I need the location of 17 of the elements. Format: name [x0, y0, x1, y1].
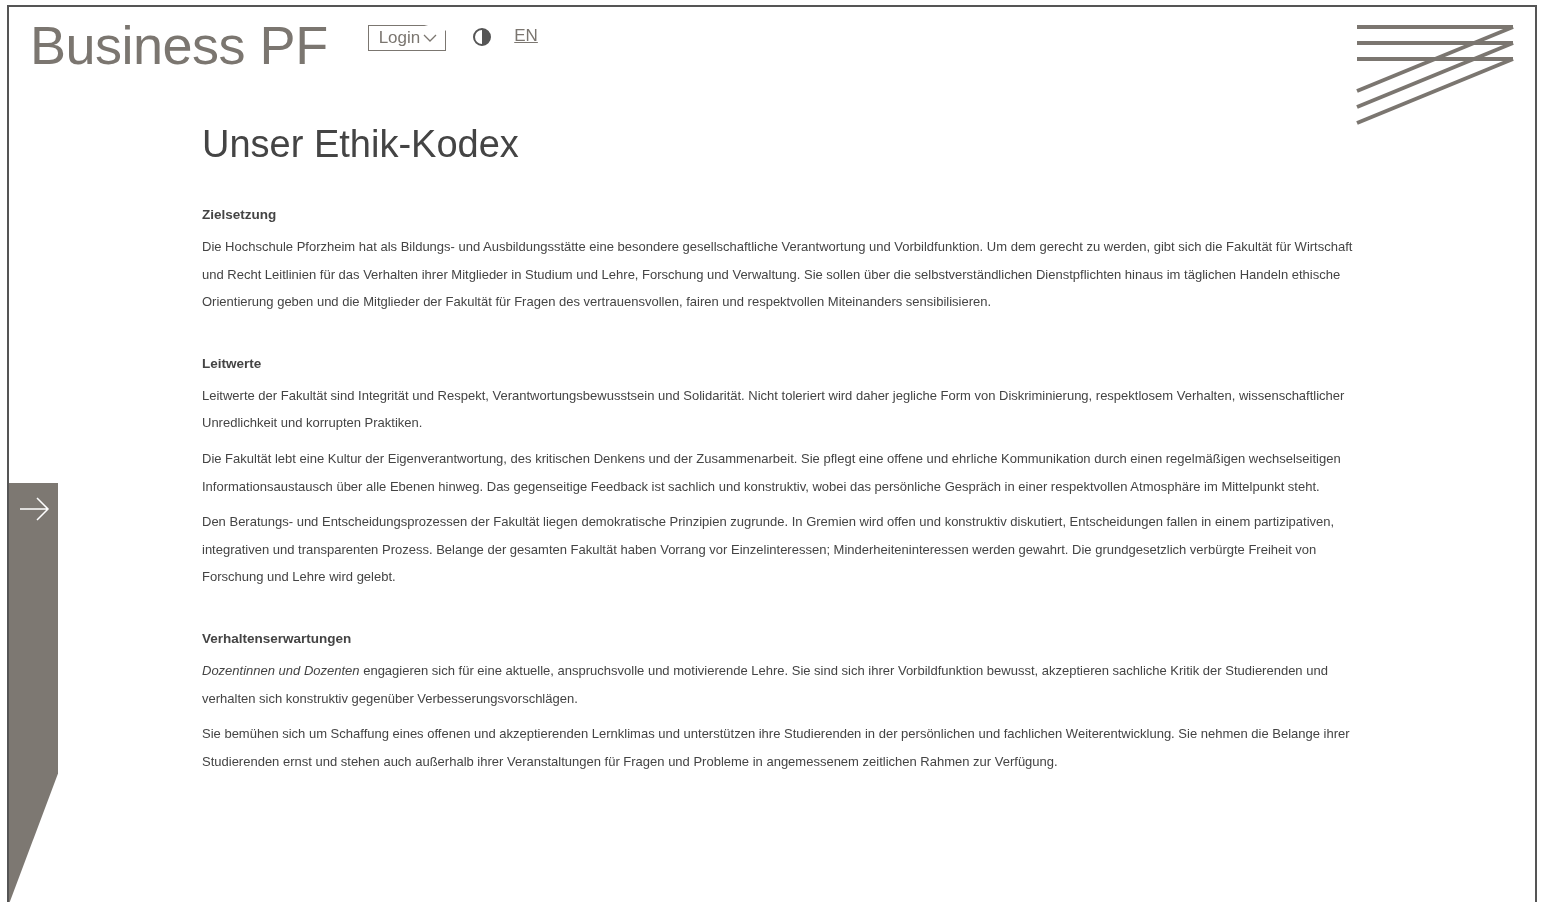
chevron-down-icon: [423, 33, 438, 43]
section-heading: Zielsetzung: [202, 206, 278, 224]
page-title: Unser Ethik-Kodex: [202, 122, 520, 167]
paragraph: Den Beratungs- und Entscheidungsprozessen der Fakultät liegen demokratische Prinzipien zugrunde. In Gremien wird offen und konstruktiv diskutiert, Entscheidungen fallen in einem partizipativen, integrativen und transparenten Prozess. Belange der gesamten Fakultät haben Vorrang vor Einzelinteressen; Minderheiteninteressen werden gewahrt. Die grundgesetzlich verbürgte Freiheit von Forschung und Lehre wird gelebt.: [202, 513, 1336, 587]
paragraph: Sie bemühen sich um Schaffung eines offenen und akzeptierenden Lernklimas und unterstützen ihre Studierenden in der persönlichen und fachlichen Weiterentwicklung. Sie nehmen die Belange ihrer Studierenden ernst und stehen auch außerhalb ihrer Veranstaltungen für Fragen und Probleme in angemessenem zeitlichen Rahmen zur Verfügung.: [202, 725, 1351, 771]
paragraph: Die Fakultät lebt eine Kultur der Eigenverantwortung, des kritischen Denkens und der Zusammenarbeit. Sie pflegt eine offene und ehrliche Kommunikation durch einen regelmäßigen wechselseitigen Informationsaustausch über alle Ebenen hinweg. Das gegenseitige Feedback ist sachlich und konstruktiv, wobei das persönliche Gespräch in einer respektvollen Atmosphäre im Mittelpunkt steht.: [202, 449, 1342, 496]
paragraph: Die Hochschule Pforzheim hat als Bildungs- und Ausbildungsstätte eine besondere gesellschaftliche Verantwortung und Vorbildfunktion. Um dem gerecht zu werden, gibt sich die Fakultät für Wirtschaft und Recht Leitlinien für das Verhalten ihrer Mitglieder in Studium und Lehre, Forschung und Verwaltung. Sie sollen über die selbstverständlichen Dienstpflichten hinaus im täglichen Handeln ethische Orientierung geben und die Mitglieder der Fakultät für Fragen des vertrauensvollen, fairen und respektvollen Miteinanders sensibilisieren.: [202, 238, 1354, 312]
contrast-icon[interactable]: [472, 27, 493, 47]
paragraph: Leitwerte der Fakultät sind Integrität und Respekt, Verantwortungsbewusstsein und Solidarität. Nicht toleriert wird daher jegliche Form von Diskriminierung, respektlosem Verhalten, wissenschaftlicher Unredlichkeit und korrupten Praktiken.: [202, 386, 1346, 433]
section-heading: Verhaltenserwartungen: [202, 629, 353, 648]
arrow-right-icon: [17, 497, 50, 521]
site-logo[interactable]: Business PF: [30, 13, 328, 77]
section-heading: Leitwerte: [202, 354, 263, 373]
paragraph: Dozentinnen und Dozenten engagieren sich für eine aktuelle, anspruchsvolle und motivierende Lehre. Sie sind sich ihrer Vorbildfunktion bewusst, akzeptieren sachliche Kritik der Studierenden und verhalten sich konstruktiv gegenüber Verbesserungsvorschlägen.: [202, 661, 1329, 708]
login-button[interactable]: Login: [367, 25, 447, 51]
side-tab[interactable]: [9, 483, 58, 902]
language-link[interactable]: EN: [514, 26, 538, 46]
